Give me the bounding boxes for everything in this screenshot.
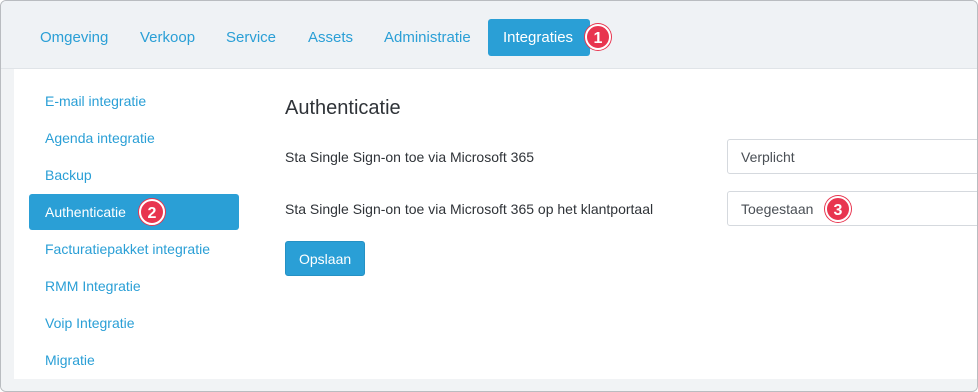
step-badge-1: 1 [585,24,611,50]
top-navigation: Omgeving Verkoop Service Assets Administ… [1,1,977,69]
sidebar-item-voip-integratie[interactable]: Voip Integratie [29,305,239,341]
sidebar-item-email-integratie[interactable]: E-mail integratie [29,83,239,119]
step-badge-3: 3 [825,196,851,222]
tab-administratie[interactable]: Administratie [369,19,486,56]
sidebar-item-agenda-integratie[interactable]: Agenda integratie [29,120,239,156]
sidebar-item-migratie[interactable]: Migratie [29,342,239,378]
step-badge-2: 2 [139,199,165,225]
sidebar-item-rmm-integratie[interactable]: RMM Integratie [29,268,239,304]
sso-portal-select[interactable]: Toegestaan [727,191,977,226]
tab-service[interactable]: Service [211,19,291,56]
page-title: Authenticatie [285,97,401,119]
bottom-strip [1,379,977,391]
sidebar-item-authenticatie[interactable]: Authenticatie [29,194,239,230]
tab-verkoop[interactable]: Verkoop [125,19,210,56]
sidebar-item-facturatiepakket-integratie[interactable]: Facturatiepakket integratie [29,231,239,267]
settings-content: E-mail integratie Agenda integratie Back… [14,69,977,379]
tab-assets[interactable]: Assets [293,19,368,56]
sso-select[interactable]: Verplicht [727,139,977,174]
tab-integraties[interactable]: Integraties [488,19,590,56]
app-window: Omgeving Verkoop Service Assets Administ… [0,0,978,392]
sso-label: Sta Single Sign-on toe via Microsoft 365 [285,149,535,165]
sso-portal-label: Sta Single Sign-on toe via Microsoft 365… [285,201,654,217]
tab-omgeving[interactable]: Omgeving [25,19,123,56]
sidebar-item-backup[interactable]: Backup [29,157,239,193]
save-button[interactable]: Opslaan [285,241,366,276]
